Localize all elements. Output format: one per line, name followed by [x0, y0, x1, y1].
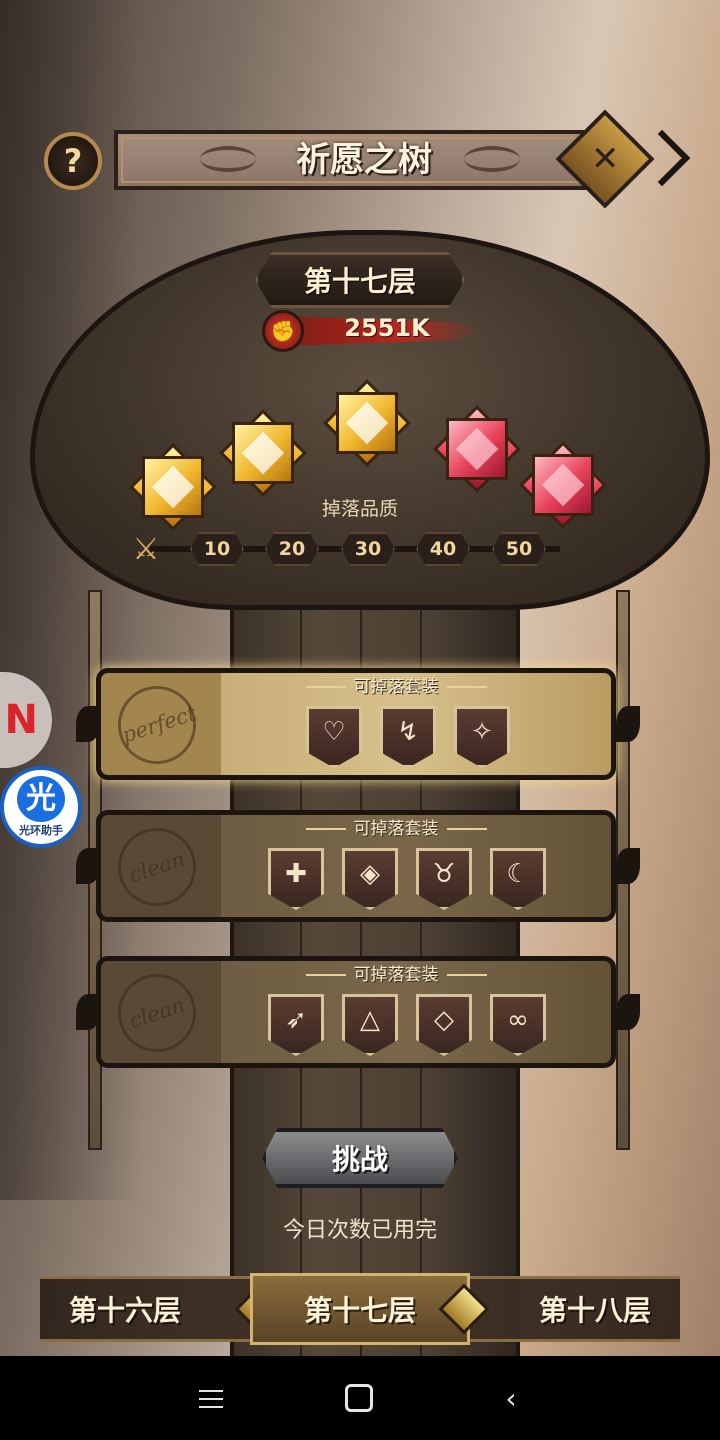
set-caption: 可掉落套装 — [246, 672, 546, 697]
home-icon[interactable] — [345, 1384, 373, 1412]
set-panel-clean[interactable]: clean 可掉落套装 ➶ △ ◇ ∞ — [76, 956, 640, 1068]
assistant-float-button[interactable]: 光 光环助手 — [0, 766, 82, 848]
thorn-ornament-icon — [76, 848, 100, 884]
menu-icon[interactable] — [196, 1384, 226, 1414]
gem-gold-icon — [219, 409, 307, 497]
system-nav-bar: ‹ — [0, 1356, 720, 1440]
swords-icon: ⚔ — [132, 532, 160, 567]
set-panel-perfect[interactable]: perfect 可掉落套装 ♡ ↯ ✧ — [76, 668, 640, 780]
thorn-ornament-icon — [616, 994, 640, 1030]
thorn-ornament-icon — [76, 706, 100, 742]
daily-limit-text: 今日次数已用完 — [282, 1218, 437, 1243]
gem-gold-icon — [323, 379, 411, 467]
floor-navigation: 第十六层 第十七层 第十八层 — [40, 1273, 680, 1345]
page-title: 祈愿之树 — [296, 140, 432, 180]
level-tick: 40 — [416, 532, 470, 566]
assistant-icon: 光 — [17, 776, 65, 822]
help-button[interactable]: ? — [44, 132, 102, 190]
level-tick: 50 — [492, 532, 546, 566]
thorn-ornament-icon — [616, 706, 640, 742]
next-floor-button[interactable]: 第十八层 — [510, 1289, 680, 1329]
set-caption: 可掉落套装 — [246, 814, 546, 839]
gem-red-icon — [519, 441, 607, 529]
level-tick: 20 — [265, 532, 319, 566]
set-panel-clean[interactable]: clean 可掉落套装 ✚ ◈ ♉ ☾ — [76, 810, 640, 922]
floor-title: 第十七层 — [255, 252, 465, 308]
prev-floor-button[interactable]: 第十六层 — [40, 1289, 210, 1329]
thorn-ornament-icon — [76, 994, 100, 1030]
fist-icon: ✊ — [262, 310, 304, 352]
thorn-ornament-icon — [616, 848, 640, 884]
set-caption: 可掉落套装 — [246, 960, 546, 985]
challenge-button[interactable]: 挑战 — [262, 1128, 458, 1188]
drop-quality-label: 掉落品质 — [321, 498, 398, 520]
chevron-right-icon — [633, 129, 691, 187]
close-icon: ✕ — [590, 139, 620, 179]
level-tick: 10 — [190, 532, 244, 566]
power-indicator: ✊ 2551K — [262, 310, 502, 352]
power-value: 2551K — [344, 314, 430, 342]
assistant-label: 光环助手 — [19, 824, 63, 837]
header: 祈愿之树 ? ✕ — [44, 109, 691, 209]
gem-red-icon — [433, 405, 521, 493]
current-floor-tab[interactable]: 第十七层 — [250, 1273, 470, 1345]
back-icon[interactable]: ‹ — [496, 1384, 526, 1414]
level-tick: 30 — [341, 532, 395, 566]
gem-gold-icon — [129, 443, 217, 531]
